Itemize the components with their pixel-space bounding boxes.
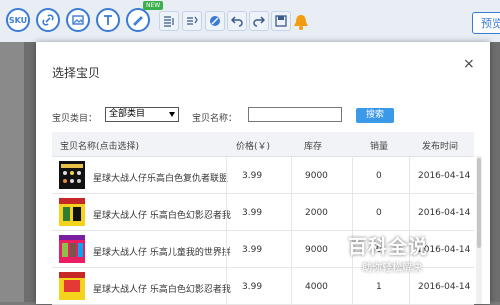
link-icon	[42, 14, 54, 26]
header-stock: 库存	[304, 142, 323, 152]
item-stock: 2000	[305, 208, 328, 218]
pencil-icon	[133, 16, 143, 26]
sku-button[interactable]: SKU	[6, 8, 30, 32]
item-price: 3.99	[242, 282, 263, 292]
paste-icon	[187, 16, 198, 25]
header-name: 宝贝名称(点击选择)	[60, 142, 140, 152]
undo-button[interactable]	[227, 11, 247, 31]
column-divider	[291, 157, 292, 193]
link-button[interactable]	[36, 8, 60, 32]
dialog-title: 选择宝贝	[52, 66, 101, 80]
column-divider	[409, 194, 410, 230]
paste-button[interactable]	[182, 11, 202, 31]
column-divider	[226, 231, 227, 267]
item-name: 星球大战人仔 乐高儿童我的世界拼	[93, 248, 231, 258]
column-divider	[291, 194, 292, 230]
search-button[interactable]: 搜索	[356, 108, 394, 123]
item-stock: 9000	[305, 245, 328, 255]
undo-icon	[231, 16, 243, 27]
header-sales: 销量	[370, 142, 389, 152]
name-search-input[interactable]	[248, 107, 342, 122]
list-icon	[164, 16, 174, 27]
item-name: 星球大战人仔 乐高白色幻影忍者我	[93, 211, 231, 221]
product-thumbnail	[59, 235, 85, 263]
chevron-down-icon	[169, 112, 175, 117]
product-thumbnail	[59, 272, 85, 300]
column-divider	[291, 268, 292, 304]
item-stock: 9000	[305, 171, 328, 181]
item-name: 星球大战人仔 乐高白色幻影忍者我	[93, 285, 231, 295]
item-price: 3.99	[242, 171, 263, 181]
header-date: 发布时间	[422, 142, 459, 152]
preview-button[interactable]: 预览	[472, 12, 500, 34]
clear-button[interactable]	[205, 11, 225, 31]
close-icon[interactable]: ×	[463, 56, 475, 72]
product-thumbnail	[59, 198, 85, 226]
scrollbar-thumb[interactable]	[477, 158, 481, 248]
item-date: 2016-04-14	[418, 282, 471, 292]
text-button[interactable]	[96, 8, 120, 32]
product-thumbnail	[59, 161, 85, 189]
table-row[interactable]: 星球大战人仔 乐高白色幻影忍者我 3.99 2000 0 2016-04-14	[52, 194, 474, 231]
category-label: 宝贝类目：	[52, 114, 98, 124]
column-divider	[226, 268, 227, 304]
item-sales: 0	[376, 208, 382, 218]
eraser-icon	[210, 16, 220, 26]
top-toolbar: SKU NEW 预览	[0, 0, 500, 42]
column-divider	[226, 157, 227, 193]
column-divider	[352, 194, 353, 230]
item-date: 2016-04-14	[418, 171, 471, 181]
item-name: 星球大战人仔乐高白色复仇者联盟	[93, 174, 229, 184]
category-select-value: 全部类目	[109, 109, 146, 119]
item-stock: 4000	[305, 282, 328, 292]
sku-label: SKU	[8, 15, 28, 25]
new-badge: NEW	[143, 1, 164, 10]
column-divider	[291, 231, 292, 267]
column-divider	[226, 194, 227, 230]
table-header: 宝贝名称(点击选择) 价格(￥) 库存 销量 发布时间	[52, 132, 474, 157]
name-label: 宝贝名称：	[192, 114, 238, 124]
image-button[interactable]	[66, 8, 90, 32]
item-sales: 1	[376, 282, 382, 292]
column-divider	[352, 268, 353, 304]
draw-button[interactable]	[126, 8, 150, 32]
item-sales: 0	[376, 171, 382, 181]
watermark-title: 百科全说	[348, 236, 429, 258]
item-price: 3.99	[242, 245, 263, 255]
watermark-subtitle: 助你轻松解决	[362, 263, 422, 274]
redo-button[interactable]	[249, 11, 269, 31]
editor-left-strip	[0, 42, 24, 302]
column-divider	[352, 157, 353, 193]
table-row[interactable]: 星球大战人仔乐高白色复仇者联盟 3.99 9000 0 2016-04-14	[52, 157, 474, 194]
column-divider	[409, 157, 410, 193]
bell-icon[interactable]	[291, 12, 311, 32]
redo-icon	[253, 16, 265, 27]
item-price: 3.99	[242, 208, 263, 218]
text-icon	[104, 15, 112, 25]
item-date: 2016-04-14	[418, 208, 471, 218]
category-select[interactable]: 全部类目	[105, 107, 179, 122]
header-price: 价格(￥)	[236, 142, 271, 152]
format-button[interactable]	[159, 11, 179, 31]
save-icon	[275, 15, 287, 27]
image-icon	[72, 15, 84, 25]
save-button[interactable]	[271, 11, 291, 31]
